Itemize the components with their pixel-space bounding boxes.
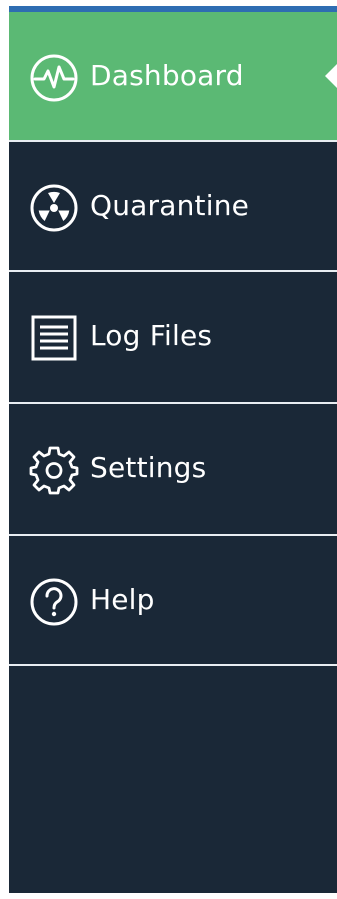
sidebar-item-log-files[interactable]: Log Files xyxy=(9,272,337,400)
help-icon xyxy=(29,577,79,627)
pulse-icon xyxy=(29,53,79,103)
sidebar-item-label: Log Files xyxy=(90,319,213,352)
sidebar-item-label: Help xyxy=(90,583,155,616)
radiation-icon xyxy=(29,183,79,233)
sidebar: Dashboard Quarantine Log Files Settings … xyxy=(9,12,337,893)
sidebar-item-label: Quarantine xyxy=(90,189,250,222)
gear-icon xyxy=(29,445,79,495)
active-indicator xyxy=(325,64,337,88)
log-file-icon xyxy=(29,313,79,363)
sidebar-item-label: Dashboard xyxy=(90,59,244,92)
sidebar-item-help[interactable]: Help xyxy=(9,536,337,664)
page: Dashboard Quarantine Log Files Settings … xyxy=(0,0,337,899)
sidebar-item-quarantine[interactable]: Quarantine xyxy=(9,142,337,270)
sidebar-item-dashboard[interactable]: Dashboard xyxy=(9,12,337,140)
divider xyxy=(9,664,337,666)
sidebar-item-label: Settings xyxy=(90,451,207,484)
sidebar-item-settings[interactable]: Settings xyxy=(9,404,337,532)
